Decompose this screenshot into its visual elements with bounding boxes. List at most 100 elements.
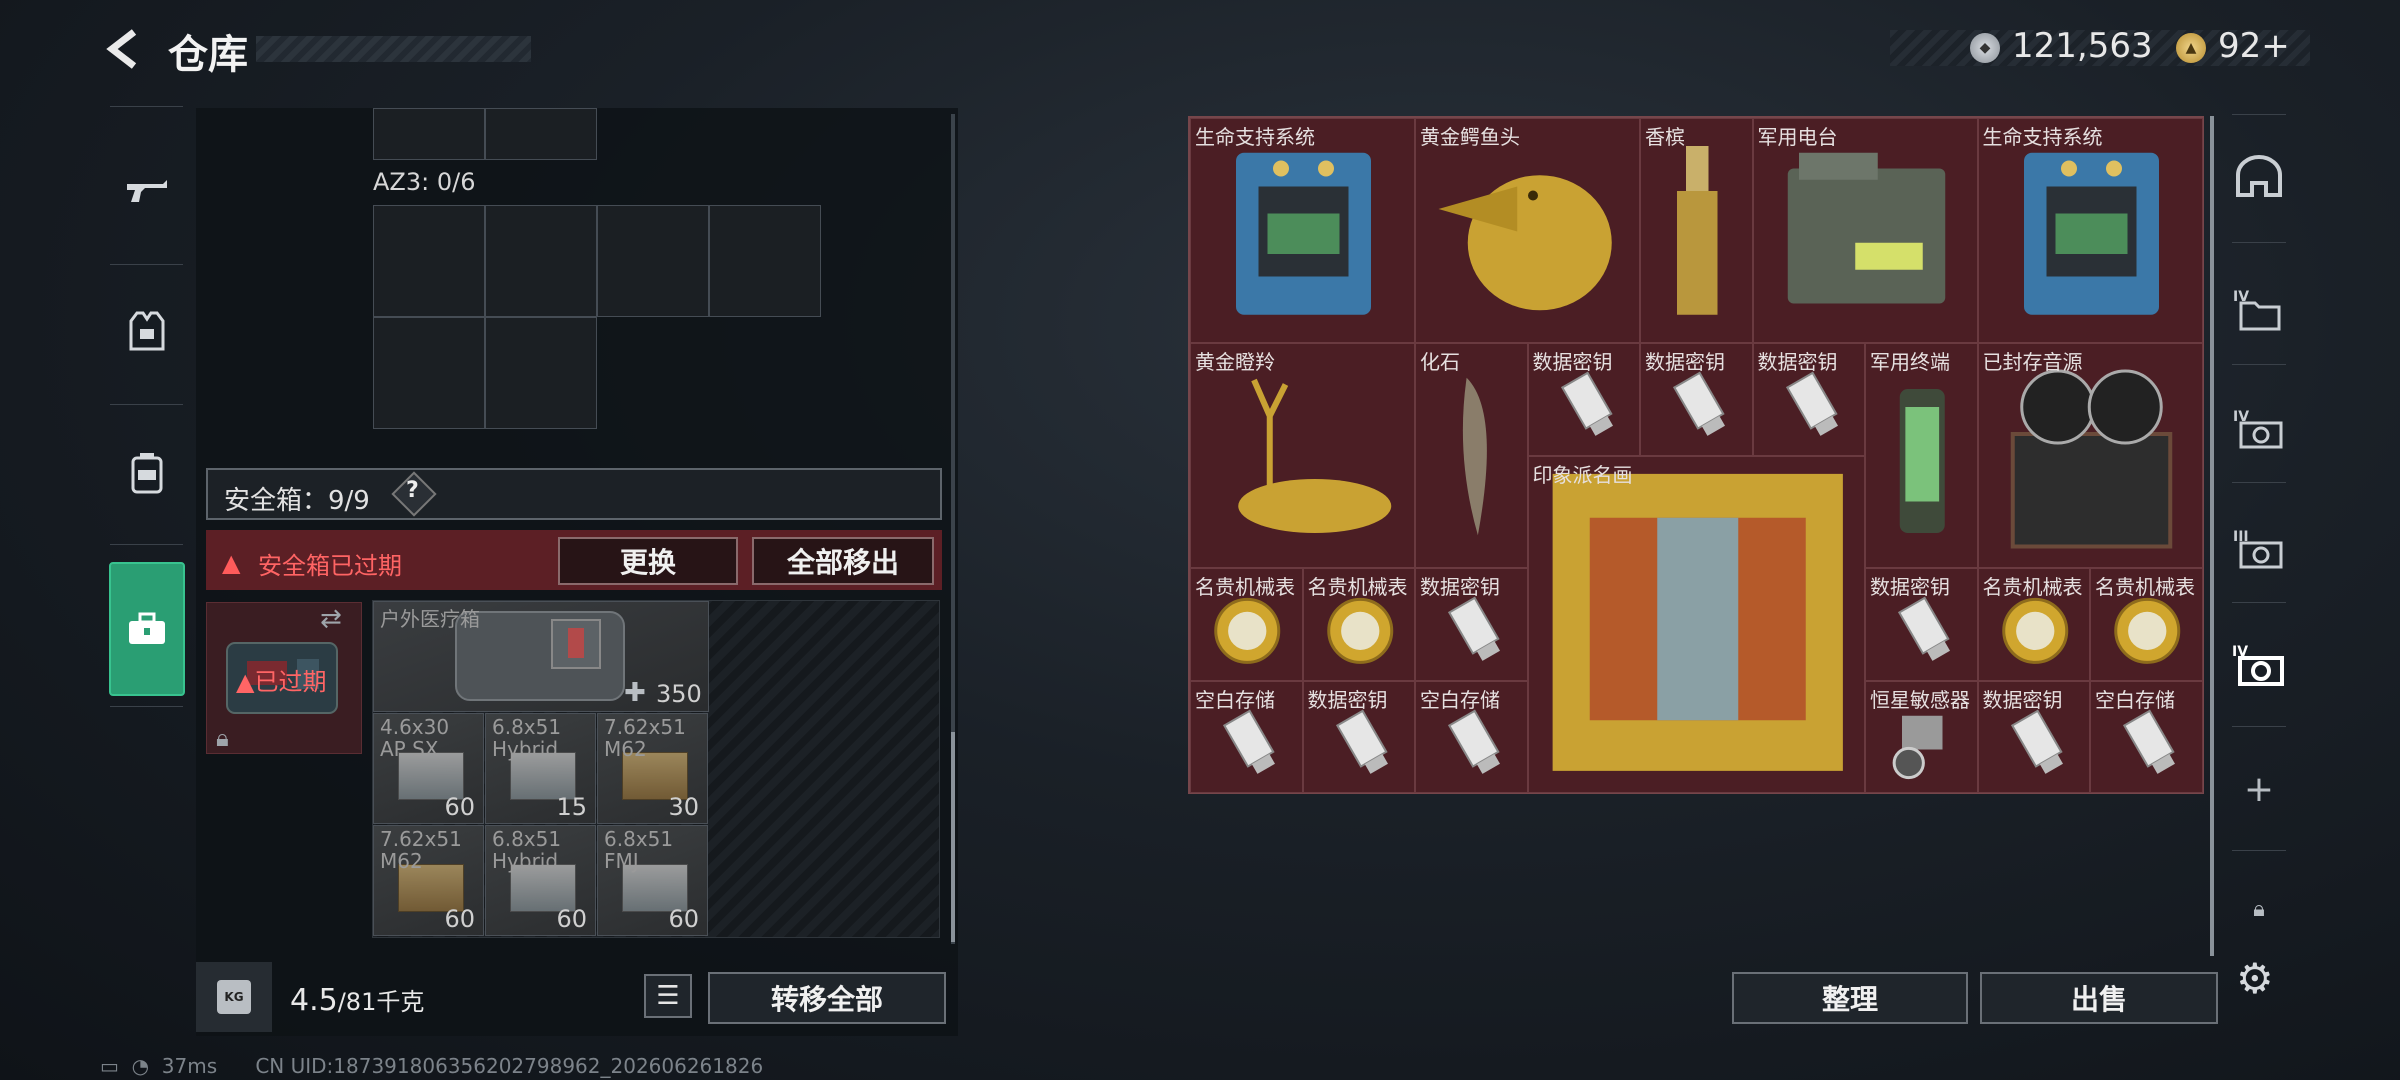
tab-add[interactable]: +: [2222, 744, 2296, 834]
az3-slot[interactable]: [373, 205, 485, 317]
stash-item-label: 恒星敏感器: [1870, 687, 1970, 712]
lifesupport-icon: [1236, 152, 1371, 315]
stash-item-label: 生命支持系统: [1195, 125, 1315, 149]
medkit-name: 户外医疗箱: [380, 607, 480, 631]
stash-item-label: 已封存音源: [1982, 350, 2083, 374]
grid-cell[interactable]: [485, 108, 597, 160]
nav-backpack[interactable]: [100, 428, 193, 518]
safebox-capacity: 安全箱：9/9: [224, 486, 370, 516]
stash-item[interactable]: 黄金鳄鱼头: [1415, 118, 1640, 343]
ammo-item[interactable]: 6.8x51 Hybrid 15: [485, 713, 596, 824]
tab-camera-iv[interactable]: IV: [2222, 384, 2296, 474]
tab-camera-iii[interactable]: III: [2222, 504, 2296, 594]
stash-item[interactable]: 数据密钥: [1527, 343, 1640, 456]
stash-item[interactable]: 军用电台: [1752, 118, 1978, 343]
stash-item[interactable]: 名贵机械表: [1977, 568, 2090, 681]
nav-divider: [110, 404, 183, 405]
gold-balance[interactable]: 92+: [2218, 26, 2290, 66]
settings-button[interactable]: ⚙: [2236, 954, 2274, 1003]
wifi-icon: ◔: [131, 1054, 150, 1078]
lock-icon: 🔒︎: [2253, 896, 2265, 922]
stash-item[interactable]: 香槟: [1640, 118, 1753, 343]
stash-item[interactable]: 印象派名画: [1527, 455, 1865, 793]
ammo-count: 60: [556, 905, 587, 933]
stash-tabs: IV IV III IV + 🔒︎: [2222, 114, 2296, 1004]
stash-item[interactable]: 数据密钥: [1865, 568, 1978, 681]
az3-slot[interactable]: [485, 205, 597, 317]
az3-slot[interactable]: [597, 205, 709, 317]
sell-button[interactable]: 出售: [1980, 972, 2218, 1024]
list-view-button[interactable]: ☰: [644, 974, 692, 1018]
gazelle-icon: [1238, 378, 1392, 533]
stash-item-label: 数据密钥: [1420, 575, 1500, 599]
weight-readout: 4.5/81千克: [290, 982, 424, 1018]
helmet-icon: [2236, 155, 2282, 197]
stash-item[interactable]: 空白存储: [1190, 680, 1303, 793]
back-button[interactable]: [100, 26, 146, 72]
tab-divider: [2232, 114, 2286, 115]
stash-item-label: 名贵机械表: [1307, 575, 1408, 599]
stash-item[interactable]: 军用终端: [1865, 343, 1978, 568]
stash-item-label: 名贵机械表: [1195, 575, 1295, 599]
stash-item[interactable]: 空白存储: [1415, 680, 1528, 793]
stash-item[interactable]: 生命支持系统: [1977, 118, 2203, 343]
stash-item[interactable]: 名贵机械表: [2090, 568, 2203, 681]
status-bar: ▭ ◔ 37ms CN UID:187391806356202798962_20…: [100, 1054, 763, 1078]
stash-item[interactable]: 空白存储: [2090, 680, 2203, 793]
stash-item[interactable]: 生命支持系统: [1190, 118, 1415, 343]
backpack-icon: [131, 453, 162, 494]
stash-item[interactable]: 数据密钥: [1977, 680, 2090, 793]
tab-helmet[interactable]: [2222, 132, 2296, 222]
ammo-item[interactable]: 4.6x30 AP SX 60: [373, 713, 484, 824]
reel-icon: [2010, 369, 2172, 549]
grid-cell[interactable]: [373, 108, 485, 160]
gold-add-button[interactable]: +: [2261, 26, 2290, 66]
nav-safe-box[interactable]: [109, 562, 185, 696]
az3-slot[interactable]: [373, 317, 485, 429]
tab-divider: [2232, 850, 2286, 851]
stash-item-label: 军用终端: [1870, 350, 1950, 374]
stash-item[interactable]: 数据密钥: [1415, 568, 1528, 681]
stash-item[interactable]: 化石: [1415, 343, 1528, 568]
medkit-count: 350: [656, 680, 702, 708]
az3-slot[interactable]: [709, 205, 821, 317]
nav-weapons[interactable]: [100, 146, 193, 236]
ammo-item[interactable]: 6.8x51 Hybrid 60: [485, 825, 596, 936]
stash-item-label: 生命支持系统: [1982, 125, 2103, 149]
list-icon: ☰: [656, 981, 680, 1011]
nav-armor[interactable]: [100, 286, 193, 376]
stash-item-label: 空白存储: [1195, 687, 1275, 712]
camera-tab-iv-active-icon: IV: [2232, 644, 2284, 686]
stash-item[interactable]: 名贵机械表: [1302, 568, 1415, 681]
nav-divider: [110, 706, 183, 707]
container-scroll-thumb[interactable]: [951, 732, 955, 942]
stash-item[interactable]: 名贵机械表: [1190, 568, 1303, 681]
stash-item-label: 化石: [1420, 350, 1460, 374]
ammo-item[interactable]: 7.62x51 M62 60: [373, 825, 484, 936]
case-expired-text: 已过期: [254, 668, 327, 696]
nav-divider: [110, 106, 183, 107]
stash-item[interactable]: 恒星敏感器: [1865, 680, 1978, 793]
sort-button[interactable]: 整理: [1732, 972, 1968, 1024]
tab-folder-iv[interactable]: IV: [2222, 264, 2296, 354]
stash-item[interactable]: 数据密钥: [1752, 343, 1865, 456]
stash-item[interactable]: 数据密钥: [1302, 680, 1415, 793]
swap-icon[interactable]: ⇄: [320, 604, 342, 634]
ammo-item[interactable]: 6.8x51 FMJ 60: [597, 825, 708, 936]
az3-slot[interactable]: [485, 317, 597, 429]
transfer-all-button[interactable]: 转移全部: [708, 972, 946, 1024]
radio-icon: [1787, 152, 1945, 304]
tab-camera-iv-active[interactable]: IV: [2222, 620, 2296, 710]
tab-lock[interactable]: 🔒︎: [2222, 864, 2296, 954]
move-all-out-button[interactable]: 全部移出: [752, 537, 934, 585]
stash-scrollbar[interactable]: [2210, 116, 2214, 956]
folder-tab-iv-icon: IV: [2233, 289, 2281, 331]
safebox-header: 安全箱：9/9: [206, 468, 942, 520]
croc-icon: [1438, 175, 1612, 311]
stash-item[interactable]: 黄金瞪羚: [1190, 343, 1415, 568]
ammo-item[interactable]: 7.62x51 M62 30: [597, 713, 708, 824]
replace-button[interactable]: 更换: [558, 537, 738, 585]
stash-item[interactable]: 已封存音源: [1977, 343, 2203, 568]
lifesupport-icon: [2023, 152, 2159, 315]
stash-item[interactable]: 数据密钥: [1640, 343, 1753, 456]
